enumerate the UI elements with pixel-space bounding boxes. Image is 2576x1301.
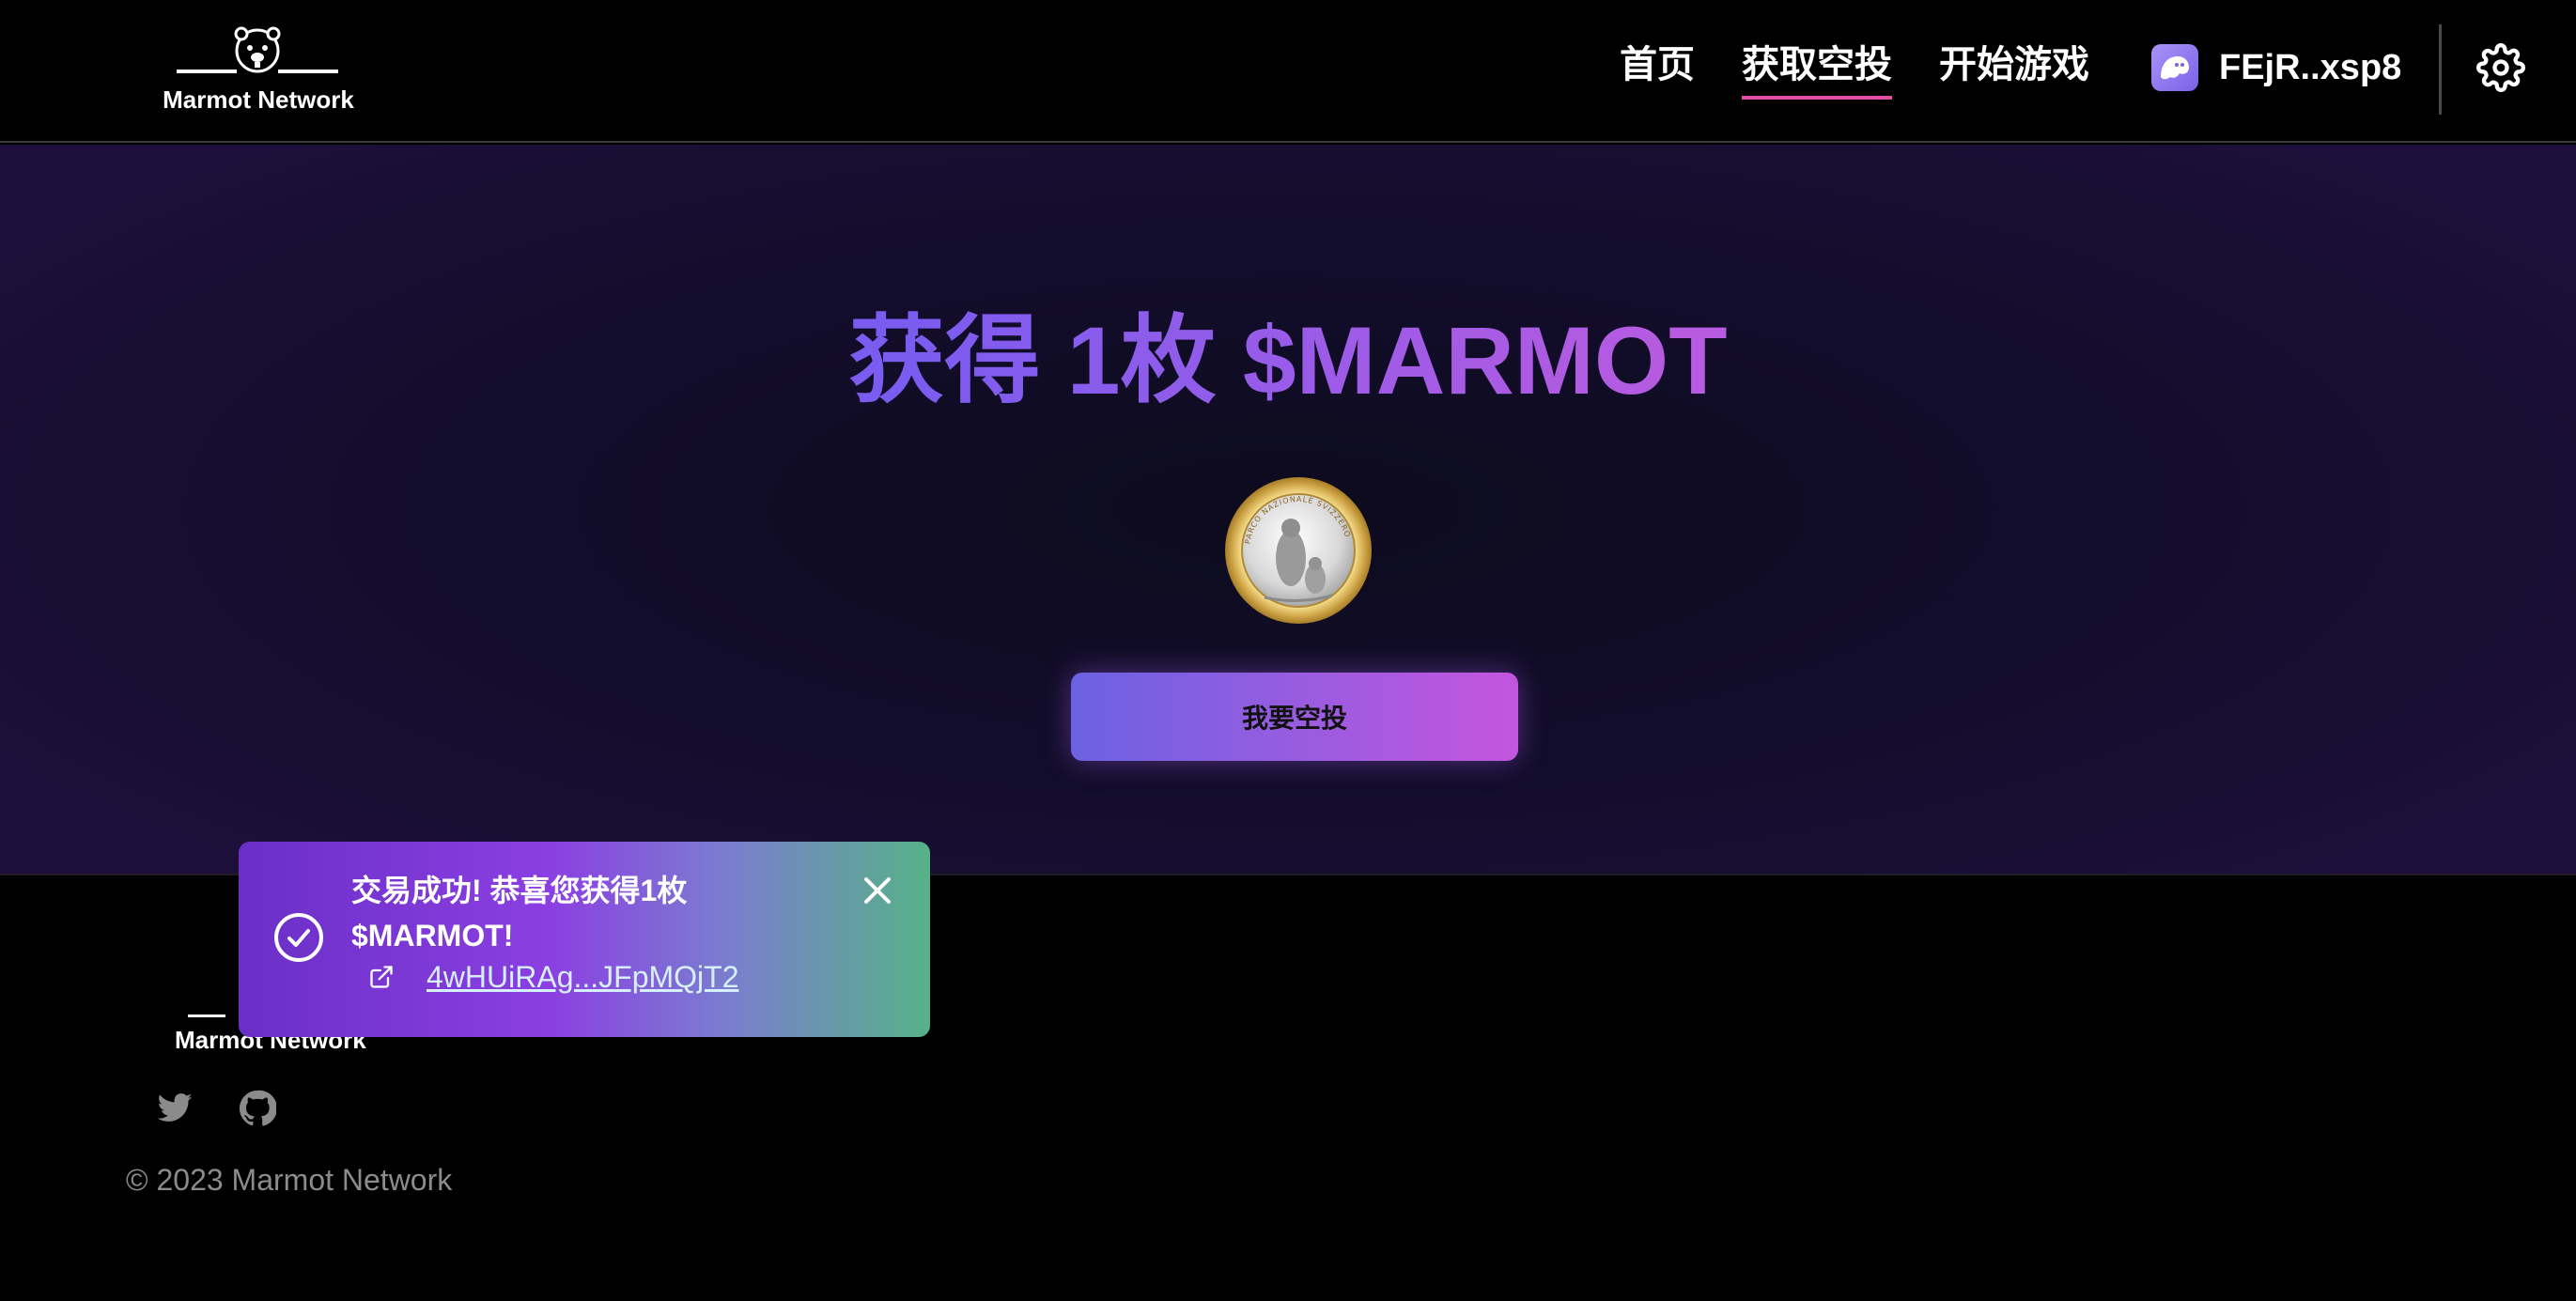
page-title: 获得 1枚 $MARMOT	[0, 284, 2576, 422]
nav-item-home[interactable]: 首页	[1620, 38, 1695, 96]
airdrop-hero: 获得 1枚 $MARMOT PARCO NAZIONALE SVIZZERO 我	[0, 145, 2576, 874]
top-navbar: Marmot Network 首页 获取空投 开始游戏 FEjR..xsp8	[0, 0, 2576, 143]
wallet-address: FEjR..xsp8	[2219, 47, 2402, 87]
twitter-icon[interactable]	[156, 1090, 194, 1127]
transaction-link[interactable]: 4wHUiRAg...JFpMQjT2	[427, 960, 739, 995]
marmot-logo-icon	[177, 26, 338, 73]
header-divider	[2439, 24, 2442, 115]
copyright-text: © 2023 Marmot Network	[126, 1163, 453, 1197]
check-circle-icon	[274, 913, 323, 962]
main-nav: 首页 获取空投 开始游戏	[1620, 38, 2136, 100]
close-icon[interactable]	[861, 874, 894, 907]
toast-message: 交易成功! 恭喜您获得1枚 $MARMOT!	[351, 874, 688, 953]
nav-item-airdrop[interactable]: 获取空投	[1742, 38, 1892, 100]
claim-airdrop-button[interactable]: 我要空投	[1071, 673, 1518, 761]
nav-item-play-game[interactable]: 开始游戏	[1939, 38, 2089, 96]
logo-underline	[188, 1014, 225, 1017]
gear-icon[interactable]	[2476, 43, 2525, 92]
wallet-button[interactable]: FEjR..xsp8	[2151, 43, 2401, 92]
phantom-ghost-icon	[2151, 44, 2198, 91]
brand-name: Marmot Network	[163, 85, 354, 114]
external-link-icon[interactable]	[368, 964, 395, 990]
success-toast: 交易成功! 恭喜您获得1枚 $MARMOT! 4wHUiRAg...JFpMQj…	[239, 842, 930, 1037]
brand-logo[interactable]: Marmot Network	[150, 24, 366, 115]
marmot-coin-image: PARCO NAZIONALE SVIZZERO	[1225, 477, 1372, 624]
github-icon[interactable]	[239, 1090, 276, 1127]
